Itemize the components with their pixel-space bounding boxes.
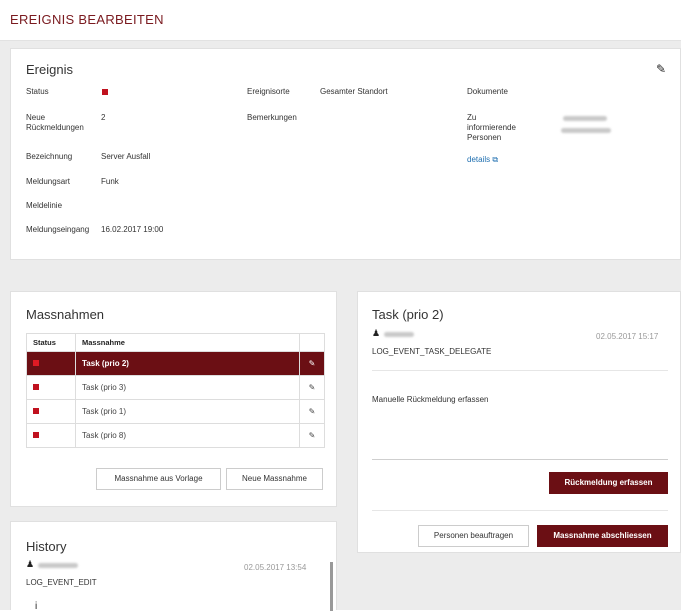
massnahmen-table: Status Massnahme Task (prio 2) ✎ Task (p…: [26, 333, 325, 448]
massnahmen-title: Massnahmen: [26, 307, 105, 322]
content-area: Ereignis ✎ Status Neue Rückmeldungen 2 B…: [0, 41, 681, 612]
page-title: EREIGNIS BEARBEITEN: [10, 12, 164, 27]
history-user-name: [38, 563, 78, 568]
details-link-text[interactable]: details: [467, 155, 490, 164]
meldungseingang-label: Meldungseingang: [26, 225, 90, 234]
massnahmen-panel: Massnahmen Status Massnahme Task (prio 2…: [10, 291, 337, 507]
user-icon: ♟: [372, 328, 381, 338]
task-title: Task (prio 2): [372, 307, 444, 322]
col-header-status: Status: [26, 333, 76, 352]
info-icon: i: [35, 601, 38, 612]
row-status-cell: [26, 351, 76, 376]
massnahme-abschliessen-button[interactable]: Massnahme abschliessen: [537, 525, 668, 547]
col-header-edit: [299, 333, 325, 352]
bezeichnung-value: Server Ausfall: [101, 152, 151, 161]
status-label: Status: [26, 87, 49, 96]
person-name-1: [563, 116, 607, 121]
dokumente-label: Dokumente: [467, 87, 508, 96]
meldungsart-label: Meldungsart: [26, 177, 71, 186]
row-name-cell[interactable]: Task (prio 3): [75, 375, 300, 400]
status-indicator: [33, 408, 39, 414]
table-row[interactable]: Task (prio 2) ✎: [26, 351, 325, 376]
row-edit-pencil-icon[interactable]: ✎: [299, 351, 325, 376]
task-panel: Task (prio 2) ♟ 02.05.2017 15:17 LOG_EVE…: [357, 291, 681, 553]
row-name-cell[interactable]: Task (prio 8): [75, 423, 300, 448]
history-title: History: [26, 539, 67, 554]
user-icon: ♟: [26, 559, 35, 569]
details-link[interactable]: details ⧉: [467, 155, 498, 165]
divider: [372, 459, 668, 460]
bezeichnung-label: Bezeichnung: [26, 152, 73, 161]
neue-massnahme-button[interactable]: Neue Massnahme: [226, 468, 323, 490]
status-indicator: [33, 384, 39, 390]
external-link-icon: ⧉: [492, 155, 499, 164]
row-status-cell: [26, 399, 76, 424]
table-row[interactable]: Task (prio 1) ✎: [26, 399, 325, 424]
row-name-cell[interactable]: Task (prio 2): [75, 351, 300, 376]
status-indicator: [33, 360, 39, 366]
meldelinie-label: Meldelinie: [26, 201, 63, 210]
zu-informierende-label: Zu informierende Personen: [467, 113, 516, 142]
meldungseingang-value: 16.02.2017 19:00: [101, 225, 164, 234]
ereignis-title: Ereignis: [26, 62, 73, 77]
rueckmeldung-erfassen-button[interactable]: Rückmeldung erfassen: [549, 472, 668, 494]
row-status-cell: [26, 423, 76, 448]
status-indicator: [102, 89, 108, 95]
manuelle-rueckmeldung-text: Manuelle Rückmeldung erfassen: [372, 395, 489, 404]
edit-pencil-icon[interactable]: ✎: [656, 62, 666, 76]
history-panel: History ♟ 02.05.2017 13:54 LOG_EVENT_EDI…: [10, 521, 337, 612]
divider: [372, 510, 668, 511]
task-event: LOG_EVENT_TASK_DELEGATE: [372, 347, 492, 356]
table-header-row: Status Massnahme: [26, 333, 325, 352]
col-header-massnahme: Massnahme: [75, 333, 300, 352]
ereignis-panel: Ereignis ✎ Status Neue Rückmeldungen 2 B…: [10, 48, 681, 260]
bemerkungen-label: Bemerkungen: [247, 113, 297, 122]
status-indicator: [33, 432, 39, 438]
row-name-cell[interactable]: Task (prio 1): [75, 399, 300, 424]
row-edit-pencil-icon[interactable]: ✎: [299, 375, 325, 400]
ereignisorte-label: Ereignisorte: [247, 87, 290, 96]
ereignisorte-value: Gesamter Standort: [320, 87, 388, 96]
task-timestamp: 02.05.2017 15:17: [596, 332, 659, 341]
row-edit-pencil-icon[interactable]: ✎: [299, 399, 325, 424]
meldungsart-value: Funk: [101, 177, 119, 186]
row-edit-pencil-icon[interactable]: ✎: [299, 423, 325, 448]
scrollbar[interactable]: [330, 562, 333, 611]
neue-rueckmeldungen-value: 2: [101, 113, 106, 122]
task-user-name: [384, 332, 414, 337]
page-header: EREIGNIS BEARBEITEN: [0, 0, 681, 41]
table-row[interactable]: Task (prio 3) ✎: [26, 375, 325, 400]
divider: [372, 370, 668, 371]
personen-beauftragen-button[interactable]: Personen beauftragen: [418, 525, 529, 547]
history-event: LOG_EVENT_EDIT: [26, 578, 97, 587]
row-status-cell: [26, 375, 76, 400]
table-row[interactable]: Task (prio 8) ✎: [26, 423, 325, 448]
massnahme-aus-vorlage-button[interactable]: Massnahme aus Vorlage: [96, 468, 221, 490]
person-name-2: [561, 128, 611, 133]
neue-rueckmeldungen-label: Neue Rückmeldungen: [26, 113, 84, 132]
history-timestamp: 02.05.2017 13:54: [244, 563, 307, 572]
